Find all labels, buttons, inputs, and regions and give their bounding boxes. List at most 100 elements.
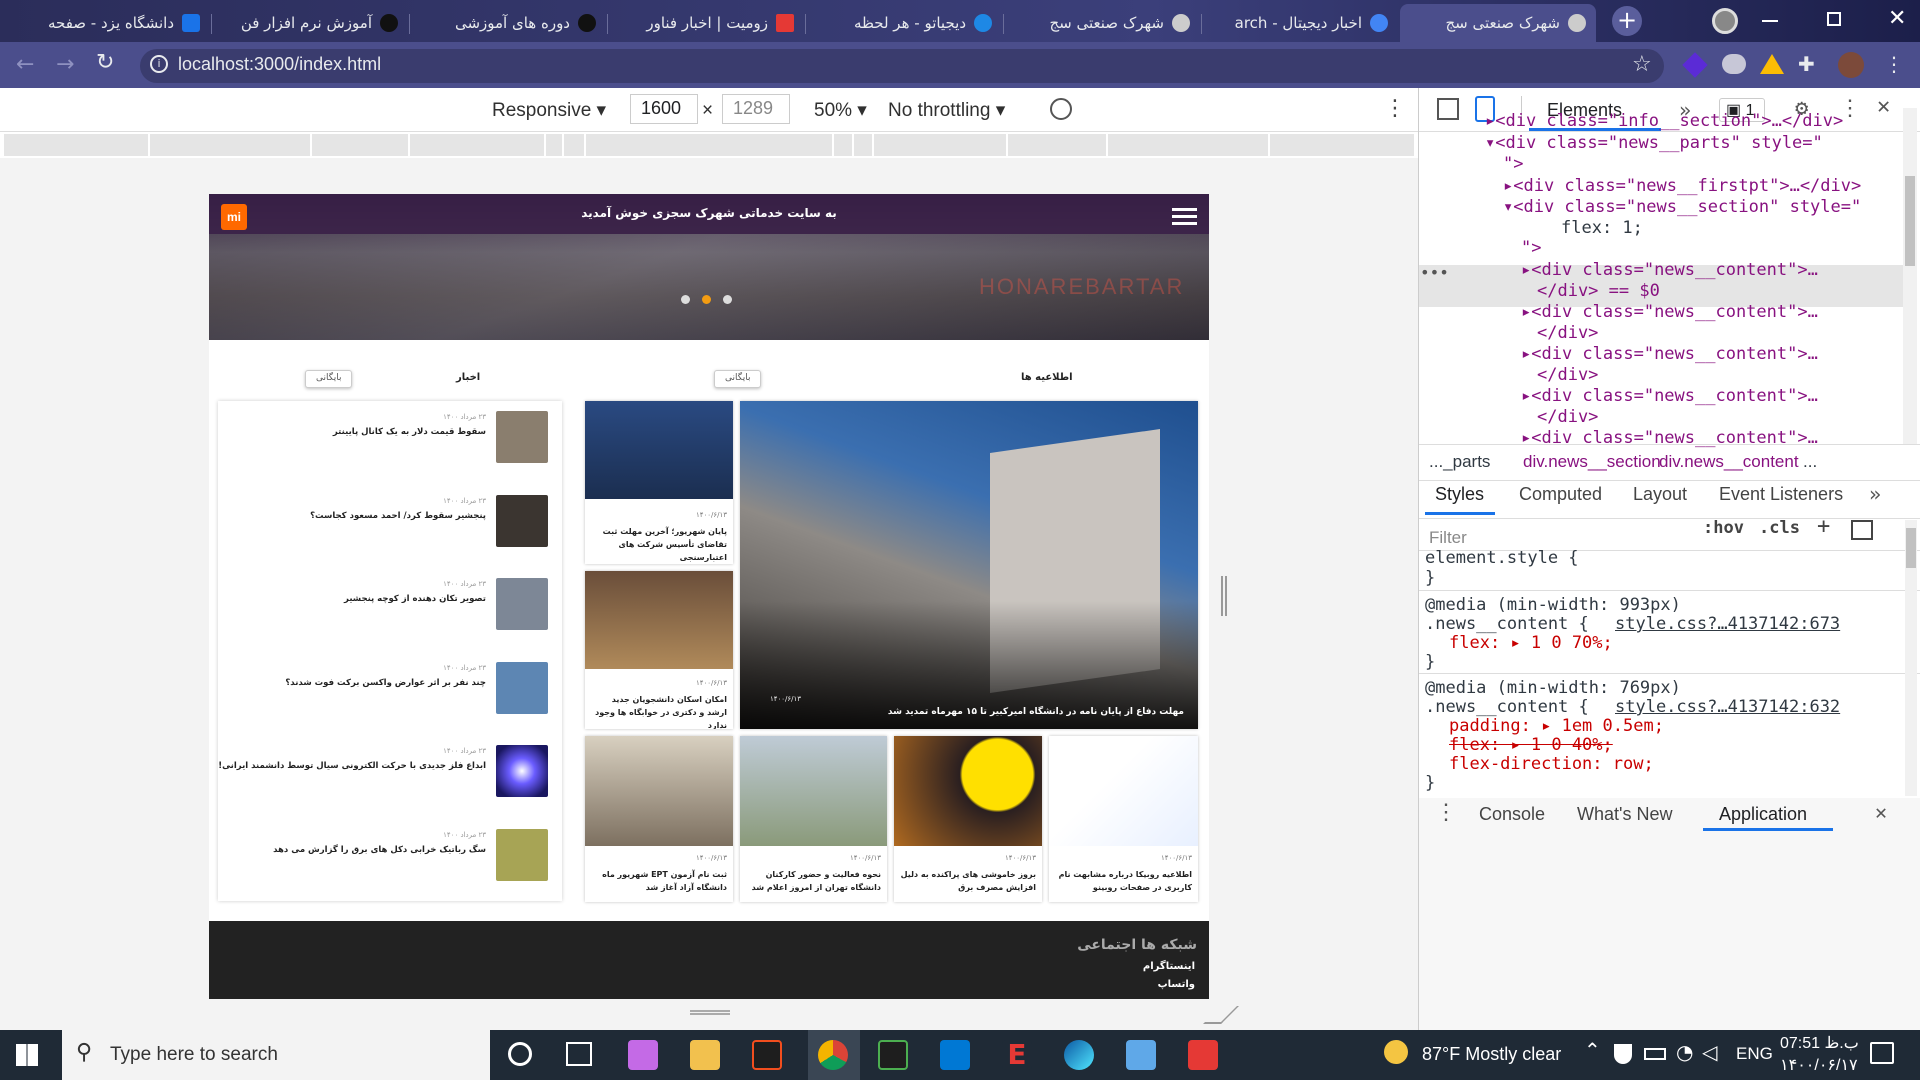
list-item[interactable]: ۲۳ مرداد ۱۴۰۰ تصویر تکان دهنده از کوچه پن…: [228, 578, 548, 630]
new-style-rule-icon[interactable]: +: [1817, 514, 1830, 539]
list-item[interactable]: ۲۳ مرداد ۱۴۰۰ چند نفر بر اثر عوارض واکسن …: [228, 662, 548, 714]
css-property[interactable]: flex: ▸ 1 0 70%;: [1449, 633, 1613, 653]
breadcrumb-item[interactable]: ..._parts: [1429, 452, 1490, 472]
news-title[interactable]: سگ رباتیک خرابی دکل های برق را گزارش می …: [273, 845, 486, 855]
announcement-title[interactable]: پایان شهریور؛ آخرین مهلت ثبت تقاضای تأسی…: [591, 525, 727, 564]
dom-node[interactable]: ▾<div class="news__parts" style=": [1485, 133, 1823, 153]
event-listeners-tab[interactable]: Event Listeners: [1719, 484, 1843, 505]
dom-node-selected[interactable]: ▸<div class="news__content">…: [1521, 260, 1818, 280]
announcement-card[interactable]: ۱۴۰۰/۶/۱۳ بروز خاموشی های پراکنده به دلی…: [894, 736, 1042, 902]
maximize-icon[interactable]: [1827, 12, 1841, 26]
media-query-segment[interactable]: [564, 134, 584, 156]
news-title[interactable]: پنجشیر سقوط کرد/ احمد مسعود کجاست؟: [310, 511, 486, 521]
media-query-segment[interactable]: [1008, 134, 1106, 156]
dom-scrollbar[interactable]: [1903, 108, 1917, 444]
css-property-overridden[interactable]: flex: ▸ 1 0 40%;: [1449, 735, 1613, 755]
notifications-icon[interactable]: [1870, 1042, 1894, 1064]
dom-node[interactable]: ">: [1503, 154, 1523, 174]
dom-node[interactable]: </div>: [1537, 323, 1598, 343]
app-icon[interactable]: [878, 1040, 908, 1070]
browser-tab[interactable]: آموزش نرم افزار فن: [212, 4, 408, 42]
width-input[interactable]: 1600: [630, 94, 698, 124]
shield-icon[interactable]: [1614, 1044, 1632, 1064]
styles-scrollbar[interactable]: [1905, 520, 1917, 796]
profile-avatar[interactable]: [1838, 52, 1864, 78]
cls-toggle[interactable]: .cls: [1759, 518, 1800, 538]
browser-tab[interactable]: اخبار دیجیتال - arch: [1202, 4, 1398, 42]
dom-node[interactable]: ▾<div class="news__section" style=": [1503, 197, 1861, 217]
css-selector[interactable]: .news__content {: [1425, 697, 1589, 717]
announcement-card[interactable]: ۱۴۰۰/۶/۱۳ پایان شهریور؛ آخرین مهلت ثبت ت…: [585, 401, 733, 564]
breadcrumb-item[interactable]: ...: [1803, 452, 1817, 472]
inspect-element-icon[interactable]: [1437, 98, 1459, 120]
instagram-link[interactable]: اینستاگرام: [1143, 961, 1195, 972]
news-title[interactable]: تصویر تکان دهنده از کوچه پنجشیر: [344, 594, 486, 604]
media-query-segment[interactable]: [1270, 134, 1414, 156]
list-item[interactable]: ۲۳ مرداد ۱۴۰۰ پنجشیر سقوط کرد/ احمد مسعود…: [228, 495, 548, 547]
browser-tab[interactable]: زومیت | اخبار فناور: [608, 4, 804, 42]
height-input[interactable]: 1289: [722, 94, 790, 124]
cortana-icon[interactable]: [508, 1042, 532, 1066]
list-item[interactable]: ۲۳ مرداد ۱۴۰۰ سقوط قیمت دلار به یک کانال …: [228, 411, 548, 463]
new-tab-button[interactable]: +: [1612, 6, 1642, 36]
editor-icon[interactable]: E: [1002, 1040, 1032, 1070]
forward-icon[interactable]: →: [56, 52, 74, 77]
dom-node[interactable]: ▸<div class="news__content">…: [1521, 428, 1818, 448]
breadcrumb-item[interactable]: div.news__section: [1523, 452, 1661, 472]
dom-node[interactable]: ">: [1521, 238, 1541, 258]
announcement-card[interactable]: ۱۴۰۰/۶/۱۳ امکان اسکان دانشجویان جدید ارش…: [585, 571, 733, 729]
dom-node[interactable]: </div>: [1537, 365, 1598, 385]
dom-node[interactable]: ▸<div class="news__content">…: [1521, 344, 1818, 364]
news-title[interactable]: چند نفر بر اثر عوارض واکسن برکت فوت شدند…: [285, 678, 486, 688]
toggle-sidebar-icon[interactable]: [1851, 520, 1873, 540]
task-view-icon[interactable]: [566, 1042, 592, 1066]
announcement-card[interactable]: ۱۴۰۰/۶/۱۳ اطلاعیه روبیکا درباره مشابهت ن…: [1049, 736, 1198, 902]
application-tab[interactable]: Application: [1719, 804, 1807, 825]
announcements-archive-button[interactable]: بایگانی: [714, 370, 762, 388]
puzzle-extensions-icon[interactable]: ✚: [1798, 52, 1815, 76]
drawer-menu-icon[interactable]: ⋮: [1435, 800, 1457, 825]
info-icon[interactable]: i: [150, 55, 168, 73]
announcement-card[interactable]: ۱۴۰۰/۶/۱۳ نحوه فعالیت و حضور کارکنان دان…: [740, 736, 887, 902]
chrome-icon[interactable]: [818, 1040, 848, 1070]
address-text[interactable]: localhost:3000/index.html: [178, 54, 381, 75]
media-query-segment[interactable]: [834, 134, 852, 156]
clock-time[interactable]: 07:51 ب.ظ: [1780, 1033, 1859, 1053]
volume-icon[interactable]: ◁: [1702, 1040, 1717, 1064]
layout-tab[interactable]: Layout: [1633, 484, 1687, 505]
whats-new-tab[interactable]: What's New: [1577, 804, 1672, 825]
google-drive-icon[interactable]: [1760, 54, 1784, 74]
media-query-segment[interactable]: [312, 134, 408, 156]
breadcrumb-item-selected[interactable]: div.news__content: [1659, 452, 1799, 472]
dom-node[interactable]: ▸<div class="news__firstpt">…</div>: [1503, 176, 1861, 196]
taskbar-search-placeholder[interactable]: Type here to search: [110, 1044, 278, 1066]
file-explorer-icon[interactable]: [690, 1040, 720, 1070]
browser-tab[interactable]: دیجیاتو - هر لحظه: [806, 4, 1002, 42]
throttling-select[interactable]: No throttling ▾: [888, 99, 1005, 122]
anydesk-icon[interactable]: [1188, 1040, 1218, 1070]
browser-tab[interactable]: شهرک صنعتی سج: [1004, 4, 1200, 42]
css-selector[interactable]: .news__content {: [1425, 614, 1589, 634]
computed-tab[interactable]: Computed: [1519, 484, 1602, 505]
element-style-selector[interactable]: element.style {: [1425, 548, 1579, 568]
slider-dot[interactable]: [723, 295, 732, 304]
featured-announcement[interactable]: ۱۴۰۰/۶/۱۳ مهلت دفاع از پایان نامه در دان…: [740, 401, 1198, 729]
hamburger-menu-icon[interactable]: [1172, 208, 1197, 211]
language-indicator[interactable]: ENG: [1736, 1044, 1773, 1064]
figma-icon[interactable]: [752, 1040, 782, 1070]
list-item[interactable]: ۲۳ مرداد ۱۴۰۰ ابداع فلز جدیدی با حرکت الک…: [218, 745, 548, 797]
windows-start-icon[interactable]: [16, 1044, 38, 1066]
media-query-segment[interactable]: [586, 134, 832, 156]
clock-date[interactable]: ۱۴۰۰/۰۶/۱۷: [1780, 1055, 1858, 1075]
browser-tab[interactable]: دوره های آموزشی: [410, 4, 606, 42]
photos-icon[interactable]: [1126, 1040, 1156, 1070]
weather-icon[interactable]: [1384, 1040, 1408, 1064]
wifi-icon[interactable]: ◔: [1676, 1040, 1693, 1064]
dom-node[interactable]: ▸<div class="info__section">…</div>: [1485, 111, 1843, 131]
css-property[interactable]: padding: ▸ 1em 0.5em;: [1449, 716, 1664, 736]
reload-icon[interactable]: ↻: [96, 50, 114, 75]
zoom-select[interactable]: 50% ▾: [814, 99, 867, 122]
media-query-segment[interactable]: [4, 134, 148, 156]
close-devtools-icon[interactable]: ✕: [1877, 94, 1890, 119]
media-query-segment[interactable]: [1108, 134, 1268, 156]
